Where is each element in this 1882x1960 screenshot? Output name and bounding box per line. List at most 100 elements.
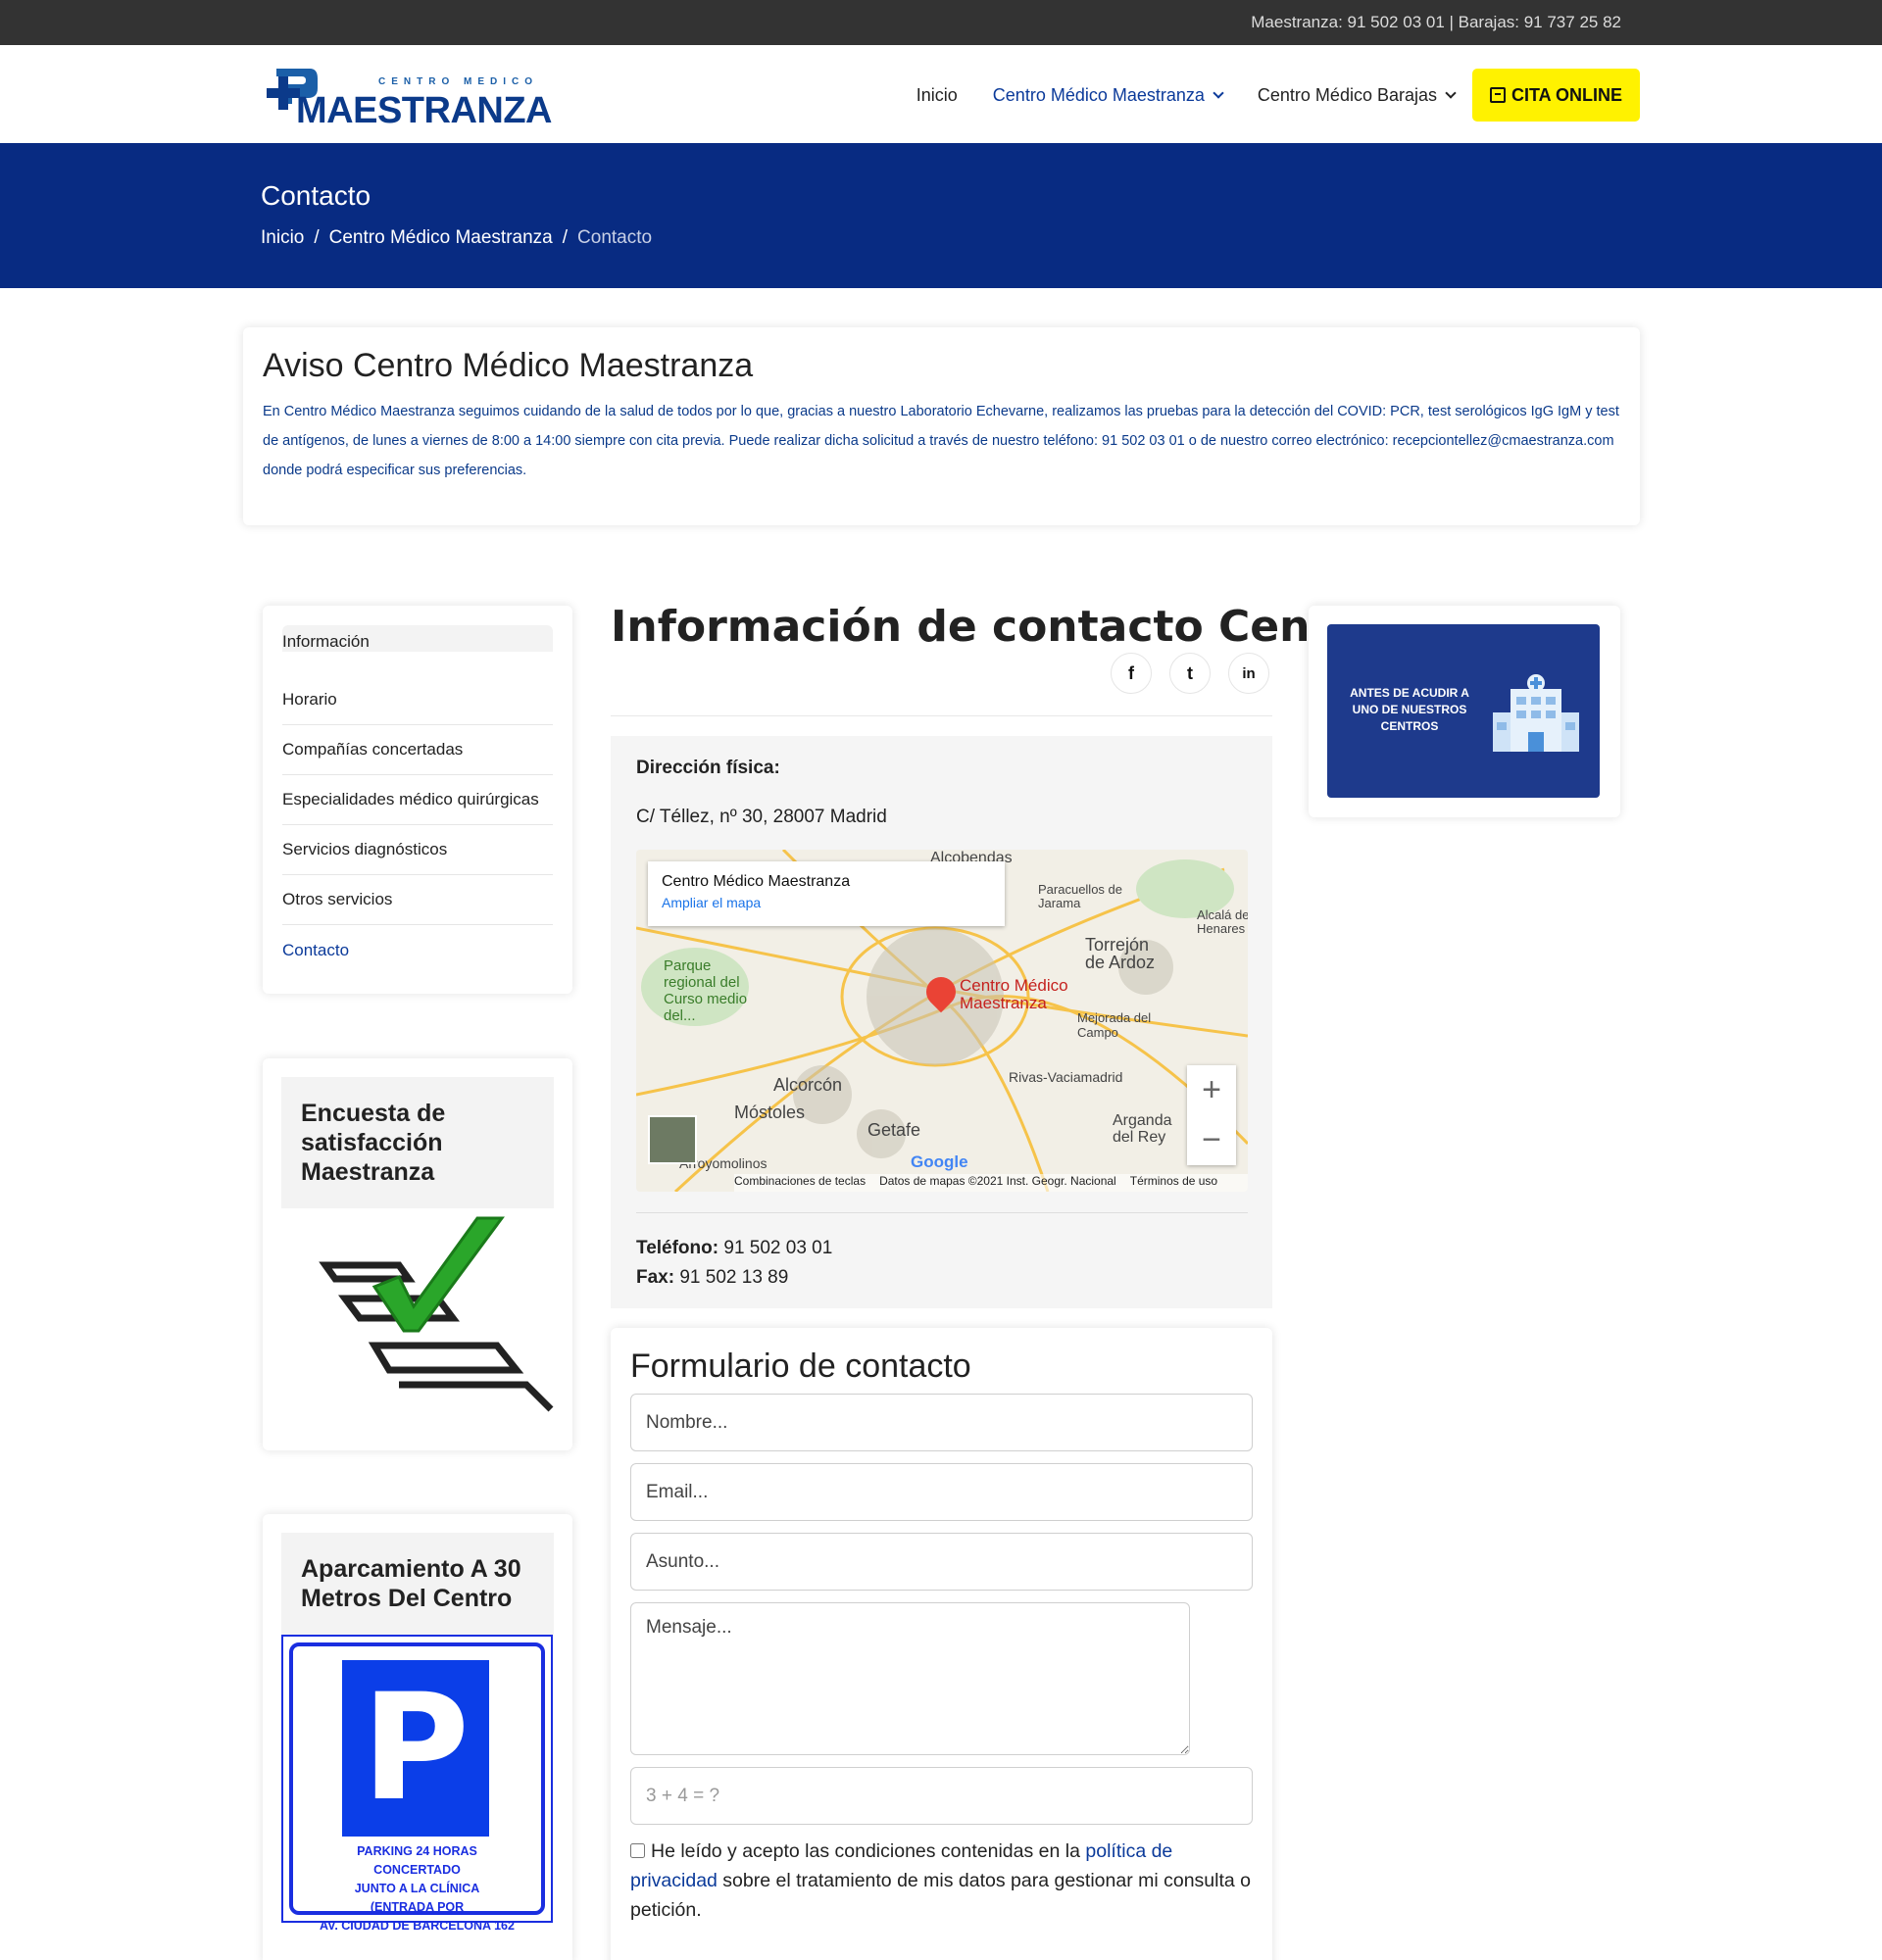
map-label: Alcalá de Henares [1197, 907, 1248, 936]
menu-label: Información [282, 632, 370, 651]
parking-p-icon: P [342, 1660, 489, 1837]
side-menu-item-informacion[interactable]: Información [282, 625, 553, 652]
parking-line: AV. CIUDAD DE BARCELONA 162 [320, 1919, 515, 1933]
logo-title: MAESTRANZA [296, 90, 552, 131]
address-value: C/ Téllez, nº 30, 28007 Madrid [636, 807, 887, 827]
zoom-out-button[interactable]: − [1187, 1115, 1236, 1165]
breadcrumb-inicio[interactable]: Inicio [261, 227, 304, 248]
map-label: Torrejón de Ardoz [1085, 935, 1156, 972]
side-menu-item-diagnosticos[interactable]: Servicios diagnósticos [282, 825, 553, 875]
zoom-in-button[interactable]: + [1187, 1065, 1236, 1115]
map-pin-label: Centro Médico Maestranza [960, 976, 1068, 1012]
message-textarea[interactable] [630, 1602, 1190, 1755]
privacy-consent: He leído y acepto las condiciones conten… [630, 1837, 1258, 1925]
contact-phones: Maestranza: 91 502 03 01 | Barajas: 91 7… [1251, 13, 1621, 31]
checklist-image [281, 1208, 554, 1414]
subject-input[interactable] [630, 1533, 1253, 1591]
calendar-plus-icon [1490, 87, 1506, 103]
phone-value: 91 502 03 01 [723, 1238, 833, 1258]
nav-centro-maestranza[interactable]: Centro Médico Maestranza [993, 85, 1224, 106]
parking-sign: P PARKING 24 HORAS CONCERTADO JUNTO A LA… [281, 1635, 553, 1933]
site-logo[interactable]: CENTRO MEDICO MAESTRANZA [263, 59, 552, 131]
map-label: Alcorcón [773, 1075, 843, 1095]
parking-line: PARKING 24 HORAS [357, 1844, 477, 1858]
cita-online-label: CITA ONLINE [1511, 84, 1622, 105]
hospital-icon [1493, 674, 1579, 752]
side-menu: Información Horario Compañías concertada… [263, 606, 572, 994]
email-input[interactable] [630, 1463, 1253, 1521]
map-terms-link[interactable]: Términos de uso [1130, 1174, 1217, 1192]
header: CENTRO MEDICO MAESTRANZA Inicio Centro M… [0, 45, 1882, 143]
consent-text-after: sobre el tratamiento de mis datos para g… [630, 1870, 1252, 1921]
title-divider [611, 715, 1272, 716]
map-place-card: Centro Médico Maestranza Ampliar el mapa [648, 861, 1005, 926]
parking-line: CONCERTADO [373, 1863, 461, 1877]
map-data-credit: Datos de mapas ©2021 Inst. Geogr. Nacion… [879, 1174, 1116, 1188]
cita-online-button[interactable]: CITA ONLINE [1472, 69, 1640, 122]
side-menu-item-especialidades[interactable]: Especialidades médico quirúrgicas [282, 775, 553, 825]
side-menu-item-horario[interactable]: Horario [282, 675, 553, 725]
breadcrumb-centro[interactable]: Centro Médico Maestranza [329, 227, 553, 248]
map-shortcuts-link[interactable]: Combinaciones de teclas [734, 1174, 866, 1192]
parking-sign-text: PARKING 24 HORAS CONCERTADO JUNTO A LA C… [293, 1842, 541, 1936]
menu-label: Servicios diagnósticos [282, 840, 448, 858]
map-label: Getafe [867, 1120, 921, 1140]
map-label: Mejorada del Campo [1077, 1010, 1152, 1040]
side-menu-item-otros[interactable]: Otros servicios [282, 875, 553, 925]
promo-text: ANTES DE ACUDIR A UNO DE NUESTROS CENTRO… [1350, 686, 1469, 733]
notice-card: Aviso Centro Médico Maestranza En Centro… [243, 327, 1640, 525]
facebook-share-button[interactable]: f [1111, 653, 1152, 694]
notice-text: En Centro Médico Maestranza seguimos cui… [263, 404, 1619, 478]
promo-card[interactable]: ANTES DE ACUDIR A UNO DE NUESTROS CENTRO… [1309, 606, 1620, 817]
parking-sign-frame: P PARKING 24 HORAS CONCERTADO JUNTO A LA… [289, 1642, 545, 1933]
side-menu-item-companias[interactable]: Compañías concertadas [282, 725, 553, 775]
breadcrumb-current: Contacto [577, 227, 653, 248]
name-input[interactable] [630, 1394, 1253, 1451]
map-zoom-controls: + − [1187, 1065, 1236, 1165]
linkedin-share-button[interactable]: in [1228, 653, 1269, 694]
address-label: Dirección física: [636, 758, 780, 778]
fax-label: Fax: [636, 1267, 675, 1288]
contact-info-box: Dirección física: C/ Téllez, nº 30, 2800… [611, 736, 1272, 1308]
breadcrumb-separator: / [314, 227, 320, 248]
captcha-input[interactable] [630, 1767, 1253, 1825]
privacy-checkbox[interactable] [630, 1843, 645, 1858]
google-map[interactable]: Alcobendas Paracuellos de Jarama Alcalá … [636, 850, 1248, 1192]
twitter-icon: t [1187, 662, 1193, 683]
map-label: Arganda del Rey [1113, 1112, 1172, 1146]
google-logo: Google [911, 1152, 968, 1171]
survey-card[interactable]: Encuesta de satisfacción Maestranza [263, 1058, 572, 1450]
map-footer: Combinaciones de teclas Datos de mapas ©… [734, 1174, 1248, 1192]
parking-line: (ENTRADA POR [370, 1900, 465, 1914]
consent-text-before: He leído y acepto las condiciones conten… [651, 1840, 1086, 1862]
parking-title: Aparcamiento A 30 Metros Del Centro [281, 1533, 554, 1635]
parking-card[interactable]: Aparcamiento A 30 Metros Del Centro P PA… [263, 1514, 572, 1960]
checkmark-icon [319, 1216, 554, 1412]
twitter-share-button[interactable]: t [1169, 653, 1211, 694]
satellite-toggle[interactable] [648, 1115, 697, 1164]
map-label: Paracuellos de Jarama [1038, 882, 1122, 910]
page-title: Contacto [261, 180, 371, 211]
logo-subtitle: CENTRO MEDICO [378, 76, 538, 87]
map-label: Móstoles [734, 1102, 806, 1122]
main-nav: Inicio Centro Médico Maestranza Centro M… [881, 69, 1640, 122]
map-label: Rivas-Vaciamadrid [1009, 1069, 1123, 1085]
top-bar: Maestranza: 91 502 03 01 | Barajas: 91 7… [0, 0, 1882, 45]
linkedin-icon: in [1242, 664, 1256, 682]
side-menu-item-contacto[interactable]: Contacto [282, 925, 553, 975]
nav-label: Inicio [916, 84, 958, 105]
contact-info-title: Información de contacto Centro [611, 602, 1382, 652]
chevron-down-icon [1445, 86, 1457, 99]
menu-label: Compañías concertadas [282, 740, 464, 759]
facebook-icon: f [1128, 662, 1134, 683]
info-divider [636, 1212, 1248, 1213]
map-place-name: Centro Médico Maestranza [662, 873, 851, 890]
chevron-down-icon [1213, 86, 1224, 99]
breadcrumb-separator: / [562, 227, 569, 248]
map-enlarge-link[interactable]: Ampliar el mapa [662, 895, 991, 910]
breadcrumb: Inicio / Centro Médico Maestranza / Contacto [261, 227, 652, 249]
nav-centro-barajas[interactable]: Centro Médico Barajas [1258, 85, 1457, 106]
phone-label: Teléfono: [636, 1238, 719, 1258]
nav-inicio[interactable]: Inicio [916, 85, 958, 106]
menu-label: Horario [282, 690, 337, 709]
